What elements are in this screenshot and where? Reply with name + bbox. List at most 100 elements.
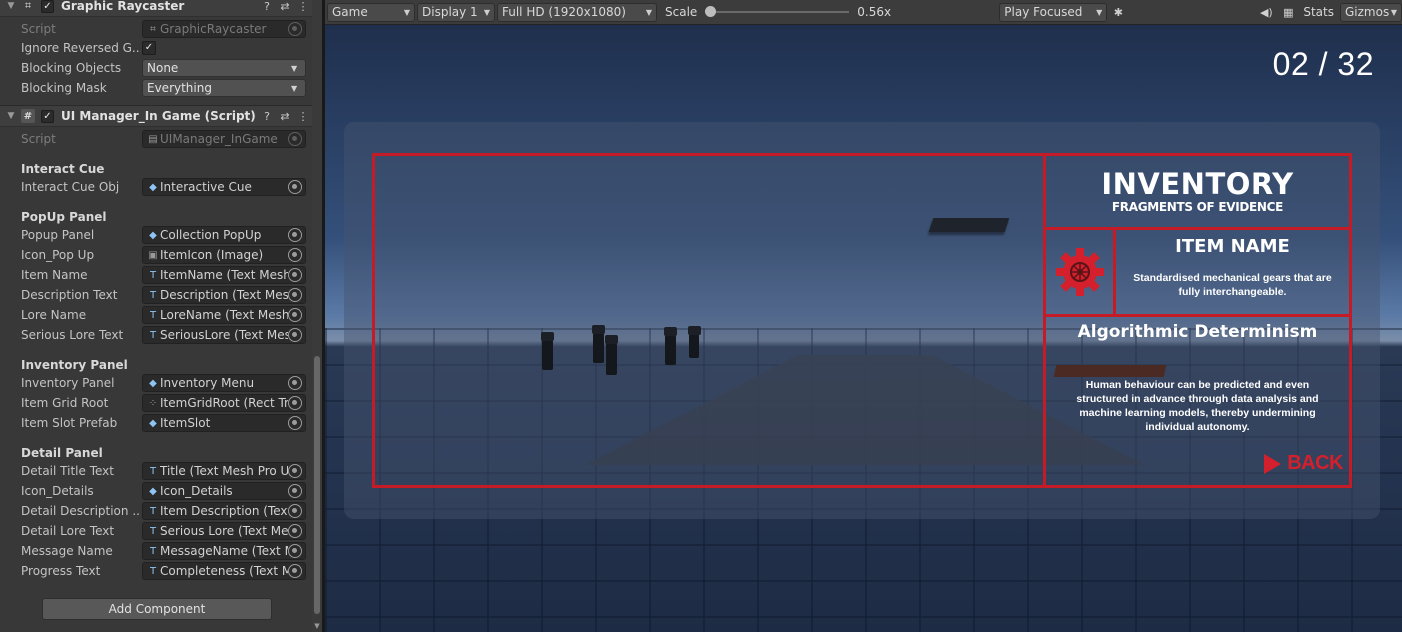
object-field[interactable]: T SeriousLore (Text Mesh xyxy=(142,326,306,344)
object-picker-icon[interactable] xyxy=(288,376,302,390)
bug-icon[interactable]: ✱ xyxy=(1107,3,1129,22)
object-picker-icon[interactable] xyxy=(288,288,302,302)
icon-details-row: Icon_Details ◆ Icon_Details xyxy=(0,481,312,501)
rect-transform-icon: ⁘ xyxy=(148,397,158,409)
object-field[interactable]: T Serious Lore (Text Mes xyxy=(142,522,306,540)
more-options-icon[interactable]: ⋮ xyxy=(294,0,312,13)
object-picker-icon[interactable] xyxy=(288,396,302,410)
object-field[interactable]: T MessageName (Text M xyxy=(142,542,306,560)
component-enabled-checkbox[interactable]: ✓ xyxy=(41,109,54,123)
image-icon: ▣ xyxy=(148,249,158,261)
object-field[interactable]: ◆ Inventory Menu xyxy=(142,374,306,392)
text-mesh-icon: T xyxy=(149,329,157,341)
object-field[interactable]: ⁘ ItemGridRoot (Rect Tra xyxy=(142,394,306,412)
gameobject-cube-icon: ◆ xyxy=(149,181,157,193)
component-title: Graphic Raycaster xyxy=(61,0,185,13)
back-button[interactable]: BACK xyxy=(1264,452,1343,475)
inventory-subtitle: FRAGMENTS OF EVIDENCE xyxy=(1111,200,1284,214)
object-field[interactable]: T Completeness (Text M xyxy=(142,562,306,580)
add-component-button[interactable]: Add Component xyxy=(42,598,272,620)
slider-handle[interactable] xyxy=(705,6,717,17)
object-picker-icon[interactable] xyxy=(288,484,302,498)
item-name-row: Item Name T ItemName (Text Mesh xyxy=(0,265,312,285)
graphic-raycaster-header[interactable]: ▼ ⌗ ✓ Graphic Raycaster ? ⇄ ⋮ xyxy=(0,0,312,17)
field-value: Title (Text Mesh Pro UG xyxy=(160,464,288,478)
object-picker-icon[interactable] xyxy=(288,308,302,322)
game-view: Game ▼ Display 1 ▼ Full HD (1920x1080) ▼… xyxy=(325,0,1402,632)
field-label: Serious Lore Text xyxy=(21,328,124,342)
object-picker-icon[interactable] xyxy=(288,464,302,478)
description-text-row: Description Text T Description (Text Mes… xyxy=(0,285,312,305)
object-picker-icon[interactable] xyxy=(288,268,302,282)
ignore-reversed-checkbox[interactable]: ✓ xyxy=(142,41,156,55)
more-options-icon[interactable]: ⋮ xyxy=(294,110,312,123)
object-field[interactable]: T Title (Text Mesh Pro UG xyxy=(142,462,306,480)
blocking-objects-dropdown[interactable]: None ▼ xyxy=(142,59,306,77)
object-picker-icon[interactable] xyxy=(288,564,302,578)
preset-icon[interactable]: ⇄ xyxy=(276,110,294,123)
play-mode-dropdown[interactable]: Play Focused ▼ xyxy=(999,2,1108,22)
script-file-icon: ▤ xyxy=(148,133,158,145)
object-field[interactable]: ◆ Interactive Cue xyxy=(142,178,306,196)
object-field[interactable]: T Description (Text Mesh xyxy=(142,286,306,304)
inventory-frame: INVENTORY FRAGMENTS OF EVIDENCE ITEM NAM… xyxy=(372,153,1352,488)
help-icon[interactable]: ? xyxy=(258,110,276,123)
object-field[interactable]: ▣ ItemIcon (Image) xyxy=(142,246,306,264)
raycaster-script-row: Script ⌗ GraphicRaycaster xyxy=(0,19,312,39)
object-picker-icon[interactable] xyxy=(288,328,302,342)
inventory-panel-row: Inventory Panel ◆ Inventory Menu xyxy=(0,373,312,393)
scrollbar-thumb[interactable] xyxy=(314,356,320,614)
display-dropdown[interactable]: Display 1 ▼ xyxy=(417,2,495,22)
gizmos-dropdown[interactable]: Gizmos ▼ xyxy=(1340,2,1402,22)
script-icon: ⌗ xyxy=(150,23,156,35)
inspector-panel: ▼ ⌗ ✓ Graphic Raycaster ? ⇄ ⋮ Script ⌗ G… xyxy=(0,0,322,632)
stats-button[interactable]: Stats xyxy=(1299,3,1338,22)
object-picker-icon[interactable] xyxy=(288,132,302,146)
scale-slider[interactable] xyxy=(705,6,850,17)
object-picker-icon[interactable] xyxy=(288,504,302,518)
script-field[interactable]: ▤ UIManager_InGame xyxy=(142,130,306,148)
object-picker-icon[interactable] xyxy=(288,22,302,36)
inspector-scrollbar[interactable]: ▼ xyxy=(312,0,322,632)
audio-icon[interactable]: ◀) xyxy=(1255,3,1277,22)
field-value: MessageName (Text M xyxy=(160,544,288,558)
dropdown-value: Game xyxy=(332,5,368,19)
view-dropdown[interactable]: Game ▼ xyxy=(327,2,415,22)
field-value: ItemSlot xyxy=(160,416,211,430)
section-header: PopUp Panel xyxy=(21,210,107,224)
chevron-down-icon: ▼ xyxy=(291,83,298,93)
ui-manager-header[interactable]: ▼ # ✓ UI Manager_In Game (Script) ? ⇄ ⋮ xyxy=(0,105,312,127)
dropdown-value: Gizmos xyxy=(1345,5,1390,19)
field-label: Detail Lore Text xyxy=(21,524,115,538)
object-picker-icon[interactable] xyxy=(288,228,302,242)
component-enabled-checkbox[interactable]: ✓ xyxy=(41,0,54,13)
frame-divider xyxy=(1046,314,1349,317)
object-field[interactable]: ◆ Collection PopUp xyxy=(142,226,306,244)
blocking-mask-dropdown[interactable]: Everything ▼ xyxy=(142,79,306,97)
object-picker-icon[interactable] xyxy=(288,180,302,194)
object-picker-icon[interactable] xyxy=(288,544,302,558)
ui-manager-script-row: Script ▤ UIManager_InGame xyxy=(0,129,312,149)
object-field[interactable]: ◆ ItemSlot xyxy=(142,414,306,432)
object-field[interactable]: T ItemName (Text Mesh xyxy=(142,266,306,284)
script-field[interactable]: ⌗ GraphicRaycaster xyxy=(142,20,306,38)
object-picker-icon[interactable] xyxy=(288,524,302,538)
field-value: Description (Text Mesh xyxy=(160,288,288,302)
object-picker-icon[interactable] xyxy=(288,248,302,262)
text-mesh-icon: T xyxy=(149,525,157,537)
object-field[interactable]: T Item Description (Text xyxy=(142,502,306,520)
object-field[interactable]: T LoreName (Text Mesh xyxy=(142,306,306,324)
game-scene[interactable]: 02 / 32 INVENTORY FRAGMENTS OF EVIDENCE xyxy=(325,25,1402,632)
keyboard-icon[interactable]: ▦ xyxy=(1277,3,1299,22)
item-icon-cell[interactable] xyxy=(1046,230,1113,314)
object-field[interactable]: ◆ Icon_Details xyxy=(142,482,306,500)
lore-title: Algorithmic Determinism xyxy=(1077,322,1318,342)
scroll-down-icon[interactable]: ▼ xyxy=(313,622,321,630)
resolution-dropdown[interactable]: Full HD (1920x1080) ▼ xyxy=(497,2,657,22)
text-mesh-icon: T xyxy=(149,465,157,477)
fold-arrow-icon[interactable]: ▼ xyxy=(3,1,19,11)
help-icon[interactable]: ? xyxy=(258,0,276,13)
fold-arrow-icon[interactable]: ▼ xyxy=(3,111,19,121)
object-picker-icon[interactable] xyxy=(288,416,302,430)
preset-icon[interactable]: ⇄ xyxy=(276,0,294,13)
